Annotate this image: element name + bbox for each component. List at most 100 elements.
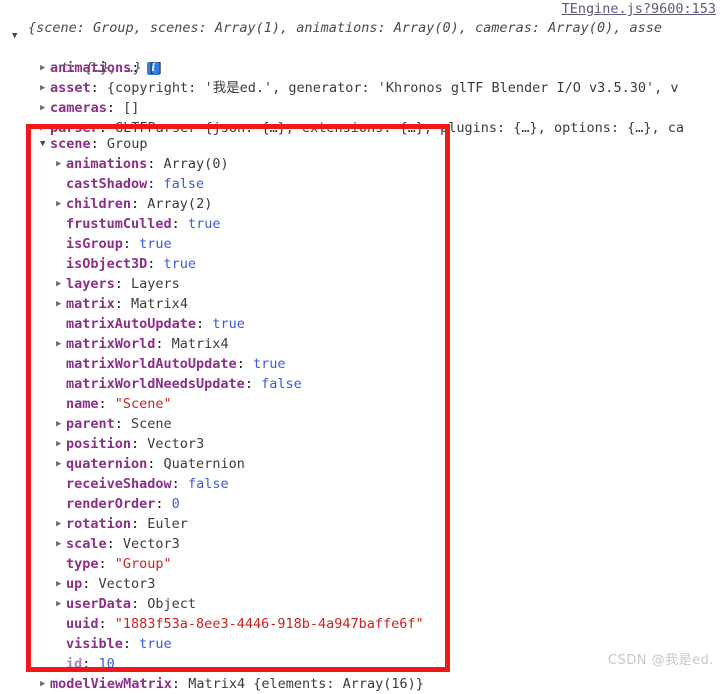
disclosure-triangle-open-icon[interactable]: ▼ xyxy=(40,134,50,154)
property-row-frustumculled[interactable]: ▶frustumCulled: true xyxy=(0,214,220,234)
property-row-visible[interactable]: ▶visible: true xyxy=(0,634,172,654)
disclosure-triangle-closed-icon[interactable]: ▶ xyxy=(40,78,50,98)
property-row-layers[interactable]: ▶ layers: Layers xyxy=(0,274,180,294)
property-row-scale[interactable]: ▶ scale: Vector3 xyxy=(0,534,180,554)
disclosure-triangle-closed-icon[interactable]: ▶ xyxy=(40,58,50,78)
property-row-scene[interactable]: ▼ scene: Group xyxy=(0,134,148,154)
property-row-matrixworldneedsupdate[interactable]: ▶matrixWorldNeedsUpdate: false xyxy=(0,374,302,394)
property-row-isgroup[interactable]: ▶isGroup: true xyxy=(0,234,172,254)
property-row-receiveshadow[interactable]: ▶receiveShadow: false xyxy=(0,474,229,494)
property-name: layers xyxy=(66,276,115,292)
property-row-userdata[interactable]: ▶ userData: Object xyxy=(0,594,196,614)
property-value[interactable]: Matrix4 xyxy=(172,336,229,352)
property-row-matrixworld[interactable]: ▶ matrixWorld: Matrix4 xyxy=(0,334,229,354)
property-value[interactable]: Array(2) xyxy=(147,196,212,212)
disclosure-triangle-closed-icon[interactable]: ▶ xyxy=(56,294,66,314)
property-value[interactable]: 0 xyxy=(172,496,180,512)
console-source-link[interactable]: TEngine.js?9600:153 xyxy=(562,1,716,17)
property-value[interactable]: Quaternion xyxy=(164,456,245,472)
property-row-cameras[interactable]: ▶ cameras: [] xyxy=(0,98,139,118)
property-name: uuid xyxy=(66,616,99,632)
disclosure-triangle-closed-icon[interactable]: ▶ xyxy=(56,434,66,454)
property-value[interactable]: Array(0) xyxy=(164,156,229,172)
property-row-animations[interactable]: ▶ animations: Array(0) xyxy=(0,154,229,174)
disclosure-triangle-closed-icon[interactable]: ▶ xyxy=(40,98,50,118)
object-preview-line-2: t: {…}, …} i xyxy=(28,38,160,76)
disclosure-triangle-closed-icon[interactable]: ▶ xyxy=(56,274,66,294)
property-name: scene xyxy=(50,136,91,152)
property-row-rotation[interactable]: ▶ rotation: Euler xyxy=(0,514,188,534)
property-row-isobject3d[interactable]: ▶isObject3D: true xyxy=(0,254,196,274)
property-colon: : xyxy=(236,356,253,372)
property-row-asset[interactable]: ▶ asset: {copyright: '我是ed.', generator: … xyxy=(0,78,678,98)
property-value[interactable]: true xyxy=(139,236,172,252)
property-row-quaternion[interactable]: ▶ quaternion: Quaternion xyxy=(0,454,245,474)
disclosure-triangle-closed-icon[interactable]: ▶ xyxy=(56,514,66,534)
property-value[interactable]: {copyright: '我是ed.', generator: 'Khronos… xyxy=(107,80,679,96)
property-colon: : xyxy=(171,216,188,232)
property-value[interactable]: Matrix4 xyxy=(131,296,188,312)
property-value[interactable]: true xyxy=(164,256,197,272)
property-value[interactable]: true xyxy=(139,636,172,652)
property-value[interactable]: false xyxy=(164,176,205,192)
disclosure-triangle-closed-icon[interactable]: ▶ xyxy=(56,334,66,354)
disclosure-triangle-closed-icon[interactable]: ▶ xyxy=(56,454,66,474)
property-value[interactable]: Vector3 xyxy=(123,536,180,552)
property-value[interactable]: true xyxy=(212,316,245,332)
property-row-matrixworldautoupdate[interactable]: ▶matrixWorldAutoUpdate: true xyxy=(0,354,285,374)
property-colon: : xyxy=(131,436,148,452)
property-value[interactable]: Object xyxy=(147,596,196,612)
property-name: name xyxy=(66,396,99,412)
property-row-id[interactable]: ▶id: 10 xyxy=(0,654,115,674)
property-colon: : xyxy=(147,156,164,172)
disclosure-spacer: ▶ xyxy=(56,214,66,234)
property-colon: : xyxy=(196,316,213,332)
property-row-up[interactable]: ▶ up: Vector3 xyxy=(0,574,155,594)
property-value[interactable]: "1883f53a-8ee3-4446-918b-4a947baffe6f" xyxy=(115,616,424,632)
property-row-uuid[interactable]: ▶uuid: "1883f53a-8ee3-4446-918b-4a947baf… xyxy=(0,614,424,634)
property-value[interactable]: Group xyxy=(107,136,148,152)
property-name: position xyxy=(66,436,132,452)
property-value[interactable]: Vector3 xyxy=(99,576,156,592)
property-colon: : xyxy=(82,576,99,592)
disclosure-triangle-closed-icon[interactable]: ▶ xyxy=(56,194,66,214)
property-value[interactable]: [] xyxy=(148,60,164,76)
property-value[interactable]: Vector3 xyxy=(147,436,204,452)
property-value[interactable]: GLTFParser {json: {…}, extensions: {…}, … xyxy=(115,120,684,136)
property-value[interactable]: 10 xyxy=(99,656,115,672)
property-value[interactable]: "Group" xyxy=(115,556,172,572)
property-value[interactable]: false xyxy=(261,376,302,392)
property-value[interactable]: true xyxy=(253,356,286,372)
property-row-modelviewmatrix[interactable]: ▶ modelViewMatrix: Matrix4 {elements: Arr… xyxy=(0,674,424,694)
disclosure-triangle-closed-icon[interactable]: ▶ xyxy=(56,154,66,174)
property-colon: : xyxy=(155,336,172,352)
disclosure-triangle-closed-icon[interactable]: ▶ xyxy=(56,574,66,594)
property-row-matrixautoupdate[interactable]: ▶matrixAutoUpdate: true xyxy=(0,314,245,334)
property-value[interactable]: "Scene" xyxy=(115,396,172,412)
property-value[interactable]: false xyxy=(188,476,229,492)
root-disclosure-triangle[interactable]: ▼ xyxy=(12,26,17,46)
property-row-type[interactable]: ▶type: "Group" xyxy=(0,554,172,574)
disclosure-spacer: ▶ xyxy=(56,314,66,334)
property-row-renderorder[interactable]: ▶renderOrder: 0 xyxy=(0,494,180,514)
property-row-matrix[interactable]: ▶ matrix: Matrix4 xyxy=(0,294,188,314)
disclosure-triangle-closed-icon[interactable]: ▶ xyxy=(56,414,66,434)
property-value[interactable]: Scene xyxy=(131,416,172,432)
property-value[interactable]: [] xyxy=(123,100,139,116)
property-row-children[interactable]: ▶ children: Array(2) xyxy=(0,194,212,214)
property-name: receiveShadow xyxy=(66,476,172,492)
property-row-castshadow[interactable]: ▶castShadow: false xyxy=(0,174,204,194)
disclosure-spacer: ▶ xyxy=(56,494,66,514)
property-row-parent[interactable]: ▶ parent: Scene xyxy=(0,414,172,434)
property-row-name[interactable]: ▶name: "Scene" xyxy=(0,394,172,414)
property-value[interactable]: Euler xyxy=(147,516,188,532)
property-row-position[interactable]: ▶ position: Vector3 xyxy=(0,434,204,454)
disclosure-triangle-closed-icon[interactable]: ▶ xyxy=(56,594,66,614)
property-colon: : xyxy=(147,256,164,272)
disclosure-triangle-closed-icon[interactable]: ▶ xyxy=(56,534,66,554)
property-row-animations[interactable]: ▶ animations: [] xyxy=(0,58,164,78)
property-value[interactable]: Layers xyxy=(131,276,180,292)
disclosure-triangle-closed-icon[interactable]: ▶ xyxy=(40,674,50,694)
property-colon: : xyxy=(106,536,123,552)
property-value[interactable]: true xyxy=(188,216,221,232)
